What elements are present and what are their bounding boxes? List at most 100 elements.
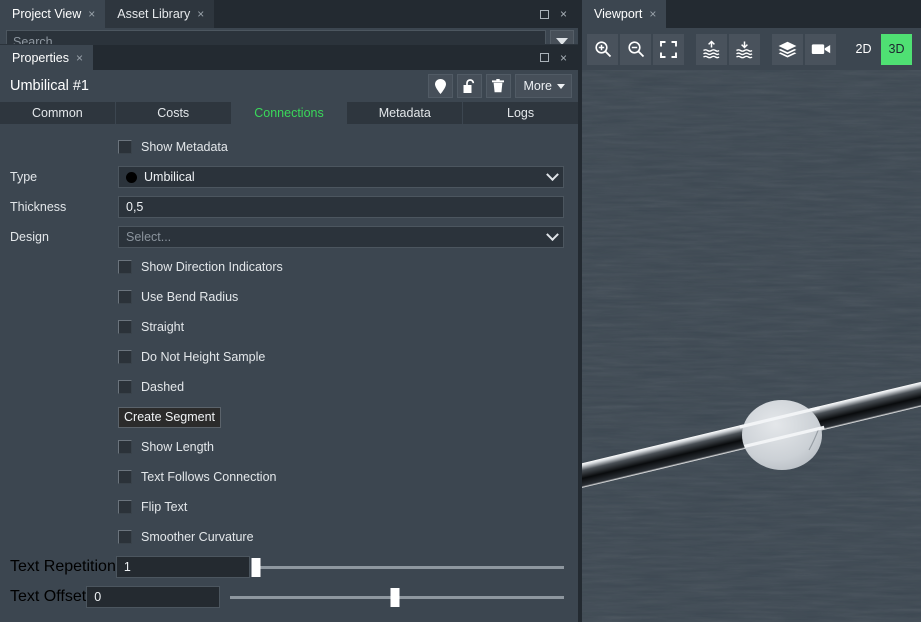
close-icon[interactable]: × — [197, 8, 204, 20]
field-use-bend-radius[interactable]: Use Bend Radius — [10, 282, 564, 312]
field-show-length[interactable]: Show Length — [10, 432, 564, 462]
design-select-value: Select... — [126, 230, 172, 244]
camera-glyph — [811, 44, 830, 54]
connections-form: Show Metadata Type Umbilical Thickness 0… — [0, 124, 578, 612]
pin-icon[interactable] — [427, 74, 453, 98]
use-bend-radius-checkbox[interactable] — [118, 290, 132, 304]
type-select[interactable]: Umbilical — [118, 166, 564, 188]
view-mode-group: 2D 3D — [848, 33, 912, 65]
text-offset-label: Text Offset — [10, 588, 87, 605]
properties-action-buttons: More — [427, 74, 572, 98]
project-view-tabstrip: Project View × Asset Library × × — [0, 0, 578, 28]
tab-logs[interactable]: Logs — [463, 102, 578, 124]
tab-common[interactable]: Common — [0, 102, 115, 124]
more-button-label: More — [523, 79, 552, 93]
zoom-in-icon[interactable] — [587, 33, 618, 65]
unlock-icon[interactable] — [456, 74, 482, 98]
text-follows-connection-label: Text Follows Connection — [141, 470, 277, 484]
field-flip-text[interactable]: Flip Text — [10, 492, 564, 522]
text-repetition-slider-handle[interactable] — [251, 558, 261, 577]
field-design: Design Select... — [10, 222, 564, 252]
close-icon[interactable]: × — [560, 8, 567, 20]
fit-screen-glyph — [660, 40, 677, 58]
tab-viewport[interactable]: Viewport × — [582, 0, 667, 28]
layers-icon[interactable] — [772, 33, 803, 65]
field-text-follows-connection[interactable]: Text Follows Connection — [10, 462, 564, 492]
chevron-down-icon — [546, 227, 559, 241]
tab-project-view-label: Project View — [12, 7, 82, 21]
show-metadata-label: Show Metadata — [141, 140, 228, 154]
properties-window-buttons: × — [539, 45, 578, 70]
water-level-group — [696, 33, 760, 65]
tab-metadata[interactable]: Metadata — [347, 102, 463, 124]
fit-screen-icon[interactable] — [653, 33, 684, 65]
restore-icon[interactable] — [539, 53, 549, 62]
straight-checkbox[interactable] — [118, 320, 132, 334]
thickness-label: Thickness — [10, 200, 67, 214]
show-metadata-checkbox[interactable] — [118, 140, 132, 154]
smoother-curvature-checkbox[interactable] — [118, 530, 132, 544]
field-type: Type Umbilical — [10, 162, 564, 192]
text-repetition-slider[interactable] — [251, 556, 565, 578]
close-icon[interactable]: × — [88, 8, 95, 20]
type-label: Type — [10, 170, 38, 184]
do-not-height-sample-checkbox[interactable] — [118, 350, 132, 364]
straight-label: Straight — [141, 320, 185, 334]
text-repetition-label: Text Repetition — [10, 558, 116, 575]
zoom-in-glyph — [594, 41, 611, 58]
tab-properties[interactable]: Properties × — [0, 45, 93, 70]
design-select[interactable]: Select... — [118, 226, 564, 248]
text-follows-connection-checkbox[interactable] — [118, 470, 132, 484]
more-button[interactable]: More — [514, 74, 572, 98]
below-water-icon[interactable] — [729, 33, 760, 65]
view-3d-button[interactable]: 3D — [881, 33, 912, 65]
tab-project-view[interactable]: Project View × — [0, 0, 106, 28]
close-icon[interactable]: × — [76, 52, 83, 64]
tab-costs[interactable]: Costs — [115, 102, 231, 124]
field-show-metadata[interactable]: Show Metadata — [10, 132, 564, 162]
field-do-not-height-sample[interactable]: Do Not Height Sample — [10, 342, 564, 372]
design-label: Design — [10, 230, 49, 244]
flip-text-label: Flip Text — [141, 500, 188, 514]
zoom-tool-group — [587, 33, 684, 65]
zoom-out-icon[interactable] — [620, 33, 651, 65]
flip-text-checkbox[interactable] — [118, 500, 132, 514]
tab-asset-library-label: Asset Library — [117, 7, 191, 21]
viewport-toolbar: 2D 3D — [582, 28, 921, 70]
field-smoother-curvature[interactable]: Smoother Curvature — [10, 522, 564, 552]
show-length-checkbox[interactable] — [118, 440, 132, 454]
trash-glyph — [492, 79, 505, 93]
view-2d-button[interactable]: 2D — [848, 33, 879, 65]
field-text-repetition: Text Repetition 1 — [10, 552, 565, 582]
camera-icon[interactable] — [805, 33, 836, 65]
above-water-glyph — [703, 39, 720, 58]
text-repetition-input[interactable]: 1 — [115, 556, 250, 578]
field-straight[interactable]: Straight — [10, 312, 564, 342]
dashed-label: Dashed — [141, 380, 185, 394]
project-window-buttons: × — [539, 0, 578, 28]
viewport-panel: Viewport × 2D 3D — [582, 0, 921, 622]
field-show-direction-indicators[interactable]: Show Direction Indicators — [10, 252, 564, 282]
tab-connections[interactable]: Connections — [231, 102, 347, 124]
close-icon[interactable]: × — [560, 52, 567, 64]
text-offset-input[interactable]: 0 — [86, 586, 221, 608]
thickness-input[interactable]: 0,5 — [118, 196, 564, 218]
below-water-glyph — [736, 41, 753, 58]
viewport-scene[interactable] — [582, 70, 921, 622]
trash-icon[interactable] — [485, 74, 511, 98]
tab-asset-library[interactable]: Asset Library × — [105, 0, 215, 28]
application-window: Project View × Asset Library × × Search … — [0, 0, 921, 622]
create-segment-button[interactable]: Create Segment — [118, 406, 222, 428]
show-direction-indicators-label: Show Direction Indicators — [141, 260, 283, 274]
text-offset-slider[interactable] — [226, 586, 564, 608]
page-title: Umbilical #1 — [10, 78, 89, 94]
show-direction-indicators-checkbox[interactable] — [118, 260, 132, 274]
field-dashed[interactable]: Dashed — [10, 372, 564, 402]
dashed-checkbox[interactable] — [118, 380, 132, 394]
properties-panel: Properties × × Umbilical #1 More Common … — [0, 44, 578, 622]
text-offset-slider-handle[interactable] — [390, 588, 400, 607]
restore-icon[interactable] — [539, 9, 549, 19]
close-icon[interactable]: × — [649, 8, 656, 20]
chevron-down-icon — [546, 167, 559, 181]
above-water-icon[interactable] — [696, 33, 727, 65]
